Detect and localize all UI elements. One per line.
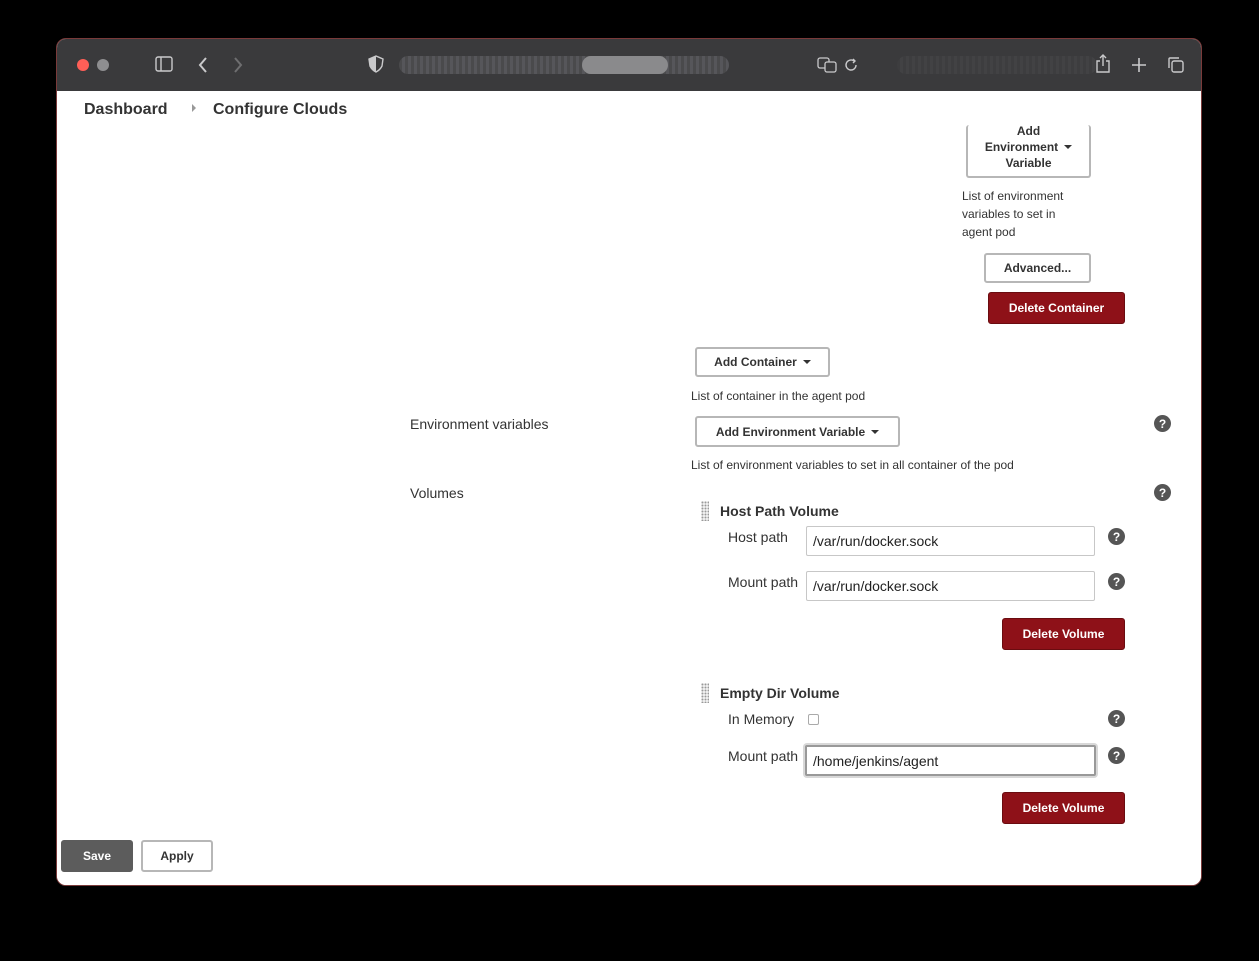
empty-dir-mount-path-input[interactable]: [805, 745, 1096, 776]
forward-icon[interactable]: [232, 56, 244, 74]
in-memory-label: In Memory: [728, 711, 795, 727]
in-memory-help-icon[interactable]: ?: [1108, 710, 1125, 727]
add-container-label: Add Container: [714, 355, 797, 369]
translate-icon[interactable]: [817, 57, 837, 73]
breadcrumb-configure-clouds[interactable]: Configure Clouds: [213, 101, 347, 119]
breadcrumb-dashboard[interactable]: Dashboard: [84, 101, 168, 119]
add-container-env-var-button[interactable]: Add Environment Variable: [966, 123, 1091, 178]
reload-icon[interactable]: [844, 58, 858, 72]
volumes-help-icon[interactable]: ?: [1154, 484, 1171, 501]
add-container-env-var-line1: Add: [1016, 123, 1041, 138]
address-bar-blur: [897, 56, 1097, 74]
host-path-input[interactable]: [806, 526, 1095, 556]
delete-host-path-volume-button[interactable]: Delete Volume: [1002, 618, 1125, 650]
env-vars-help-icon[interactable]: ?: [1154, 415, 1171, 432]
advanced-button[interactable]: Advanced...: [984, 253, 1091, 283]
host-path-label: Host path: [728, 529, 788, 545]
add-env-var-label: Add Environment Variable: [715, 424, 866, 439]
sidebar-icon[interactable]: [155, 56, 173, 72]
containers-description: List of container in the agent pod: [691, 389, 866, 403]
add-container-env-var-line2-wrap: Environment: [984, 139, 1073, 155]
add-container-env-var-line2: Environment: [984, 139, 1059, 154]
drag-handle-icon[interactable]: [701, 501, 709, 521]
address-bar[interactable]: [399, 56, 729, 74]
host-mount-path-help-icon[interactable]: ?: [1108, 573, 1125, 590]
delete-empty-dir-volume-button[interactable]: Delete Volume: [1002, 792, 1125, 824]
shield-icon[interactable]: [368, 55, 384, 73]
chevron-down-icon: [871, 429, 880, 434]
back-icon[interactable]: [197, 56, 209, 74]
save-button[interactable]: Save: [61, 840, 133, 872]
chevron-down-icon: [802, 360, 811, 364]
tabs-overview-icon[interactable]: [1167, 56, 1185, 74]
new-tab-icon[interactable]: [1131, 57, 1147, 73]
apply-button[interactable]: Apply: [141, 840, 213, 872]
container-env-var-description: List of environment variables to set in …: [962, 189, 1064, 239]
empty-dir-mount-path-help-icon[interactable]: ?: [1108, 747, 1125, 764]
chevron-down-icon: [1064, 145, 1073, 150]
volumes-label: Volumes: [410, 485, 464, 501]
host-path-help-icon[interactable]: ?: [1108, 528, 1125, 545]
host-mount-path-input[interactable]: [806, 571, 1095, 601]
empty-dir-volume-title: Empty Dir Volume: [720, 685, 840, 701]
env-vars-label: Environment variables: [410, 416, 549, 432]
browser-toolbar: [57, 39, 1201, 92]
drag-handle-icon[interactable]: [701, 683, 709, 703]
share-icon[interactable]: [1095, 54, 1111, 74]
in-memory-checkbox[interactable]: [808, 714, 819, 725]
browser-window: Dashboard Configure Clouds Add Environme…: [56, 38, 1202, 886]
add-container-button[interactable]: Add Container: [695, 347, 830, 377]
breadcrumb-separator-icon: [192, 104, 196, 112]
minimize-window-button[interactable]: [97, 59, 109, 71]
env-vars-description: List of environment variables to set in …: [691, 458, 1014, 472]
host-path-volume-title: Host Path Volume: [720, 503, 839, 519]
add-container-env-var-line3: Variable: [1005, 155, 1052, 170]
delete-container-button[interactable]: Delete Container: [988, 292, 1125, 324]
add-env-var-button[interactable]: Add Environment Variable: [695, 416, 900, 447]
close-window-button[interactable]: [77, 59, 89, 71]
address-bar-highlight: [582, 56, 668, 74]
page-content: Dashboard Configure Clouds Add Environme…: [57, 91, 1201, 885]
empty-dir-mount-path-label: Mount path: [728, 748, 799, 764]
host-mount-path-label: Mount path: [728, 574, 799, 590]
